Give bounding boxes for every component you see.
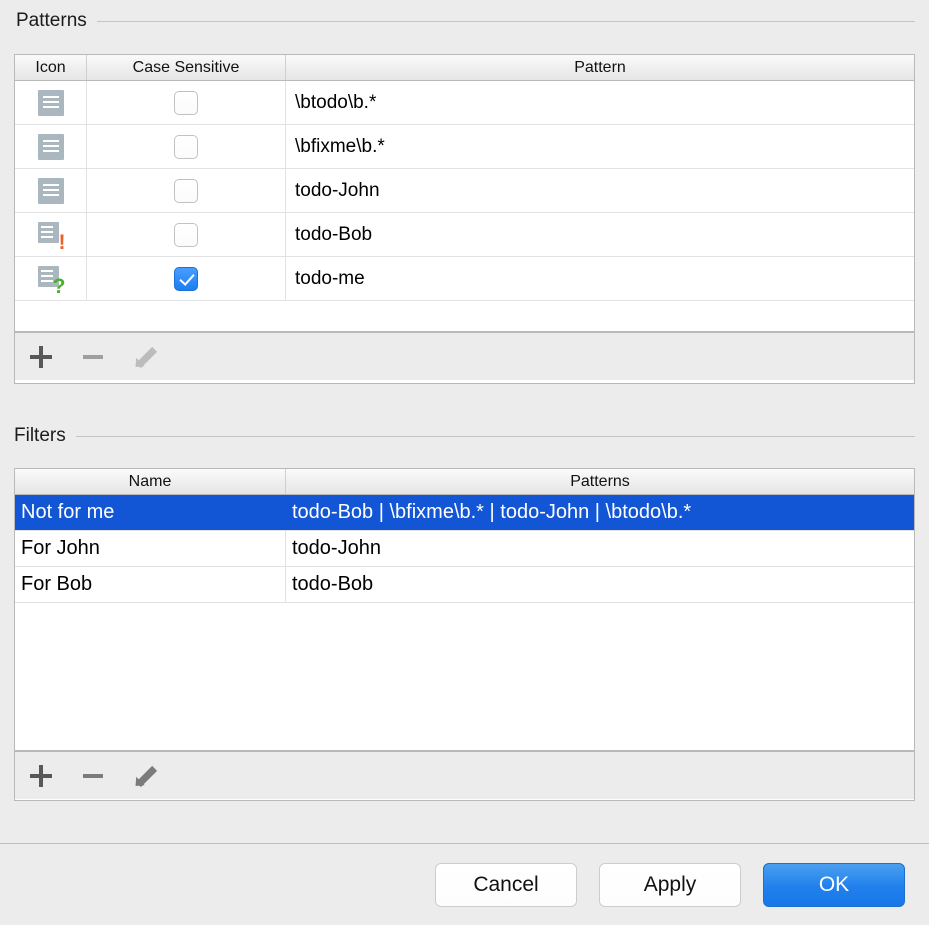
- patterns-toolbar: [15, 332, 914, 380]
- patterns-row-icon-cell[interactable]: ?: [15, 257, 87, 300]
- cancel-button[interactable]: Cancel: [435, 863, 577, 907]
- pencil-icon: [133, 764, 157, 788]
- patterns-table-empty-area[interactable]: [15, 301, 914, 332]
- table-row[interactable]: \bfixme\b.*: [15, 125, 914, 169]
- filters-row-name-cell[interactable]: For John: [15, 531, 286, 566]
- minus-icon: [83, 355, 103, 359]
- filters-section-title: Filters: [14, 425, 76, 447]
- filters-add-button[interactable]: [15, 752, 67, 799]
- dialog-footer: Cancel Apply OK: [0, 844, 929, 925]
- patterns-row-icon-cell[interactable]: !: [15, 213, 87, 256]
- table-row[interactable]: For Bob todo-Bob: [15, 567, 914, 603]
- apply-button[interactable]: Apply: [599, 863, 741, 907]
- patterns-row-icon-cell[interactable]: [15, 169, 87, 212]
- ok-button[interactable]: OK: [763, 863, 905, 907]
- patterns-column-header-icon[interactable]: Icon: [15, 55, 87, 80]
- patterns-row-icon-cell[interactable]: [15, 125, 87, 168]
- filters-row-name-cell[interactable]: For Bob: [15, 567, 286, 602]
- filters-toolbar: [15, 751, 914, 799]
- patterns-row-case-sensitive-cell[interactable]: [87, 81, 286, 124]
- table-row[interactable]: \btodo\b.*: [15, 81, 914, 125]
- warning-badge: !: [59, 232, 66, 253]
- patterns-row-case-sensitive-cell[interactable]: [87, 213, 286, 256]
- table-row[interactable]: For John todo-John: [15, 531, 914, 567]
- filters-row-patterns-cell[interactable]: todo-Bob | \bfixme\b.* | todo-John | \bt…: [286, 495, 914, 530]
- minus-icon: [83, 774, 103, 778]
- patterns-section-rule: [97, 21, 915, 22]
- patterns-row-pattern-cell[interactable]: \btodo\b.*: [286, 81, 914, 124]
- filters-row-patterns-cell[interactable]: todo-Bob: [286, 567, 914, 602]
- table-row[interactable]: ! todo-Bob: [15, 213, 914, 257]
- filters-column-header-name[interactable]: Name: [15, 469, 286, 494]
- filters-section-rule: [76, 436, 915, 437]
- table-row[interactable]: Not for me todo-Bob | \bfixme\b.* | todo…: [15, 495, 914, 531]
- table-row[interactable]: todo-John: [15, 169, 914, 213]
- filters-section-header: Filters: [14, 425, 915, 447]
- filters-table-header: Name Patterns: [15, 469, 914, 495]
- case-sensitive-checkbox[interactable]: [174, 135, 198, 159]
- patterns-row-pattern-cell[interactable]: todo-Bob: [286, 213, 914, 256]
- patterns-table-body: \btodo\b.* \bfixme\b.*: [15, 81, 914, 332]
- patterns-row-case-sensitive-cell[interactable]: [87, 257, 286, 300]
- list-note-icon: [38, 178, 64, 204]
- patterns-section-title: Patterns: [16, 10, 97, 32]
- patterns-table-panel: Icon Case Sensitive Pattern \btodo\b.*: [14, 54, 915, 384]
- patterns-remove-button[interactable]: [67, 333, 119, 380]
- patterns-row-case-sensitive-cell[interactable]: [87, 169, 286, 212]
- filters-row-name-cell[interactable]: Not for me: [15, 495, 286, 530]
- patterns-row-pattern-cell[interactable]: \bfixme\b.*: [286, 125, 914, 168]
- filters-table-body: Not for me todo-Bob | \bfixme\b.* | todo…: [15, 495, 914, 751]
- filters-row-patterns-cell[interactable]: todo-John: [286, 531, 914, 566]
- list-note-icon: [38, 90, 64, 116]
- filters-table-empty-area[interactable]: [15, 603, 914, 751]
- case-sensitive-checkbox[interactable]: [174, 179, 198, 203]
- filters-edit-button[interactable]: [119, 752, 171, 799]
- patterns-add-button[interactable]: [15, 333, 67, 380]
- patterns-edit-button[interactable]: [119, 333, 171, 380]
- patterns-row-pattern-cell[interactable]: todo-John: [286, 169, 914, 212]
- plus-icon: [30, 346, 52, 368]
- patterns-row-pattern-cell[interactable]: todo-me: [286, 257, 914, 300]
- question-badge: ?: [53, 276, 66, 297]
- patterns-table-header: Icon Case Sensitive Pattern: [15, 55, 914, 81]
- patterns-section-header: Patterns: [16, 10, 915, 32]
- patterns-column-header-case-sensitive[interactable]: Case Sensitive: [87, 55, 286, 80]
- plus-icon: [30, 765, 52, 787]
- filters-column-header-patterns[interactable]: Patterns: [286, 469, 914, 494]
- patterns-row-case-sensitive-cell[interactable]: [87, 125, 286, 168]
- list-note-icon: [38, 134, 64, 160]
- filters-remove-button[interactable]: [67, 752, 119, 799]
- patterns-row-icon-cell[interactable]: [15, 81, 87, 124]
- patterns-column-header-pattern[interactable]: Pattern: [286, 55, 914, 80]
- list-note-question-icon: ?: [38, 266, 64, 292]
- pencil-icon: [133, 345, 157, 369]
- case-sensitive-checkbox[interactable]: [174, 91, 198, 115]
- case-sensitive-checkbox[interactable]: [174, 223, 198, 247]
- filters-table-panel: Name Patterns Not for me todo-Bob | \bfi…: [14, 468, 915, 801]
- table-row[interactable]: ? todo-me: [15, 257, 914, 301]
- list-note-warning-icon: !: [38, 222, 64, 248]
- case-sensitive-checkbox[interactable]: [174, 267, 198, 291]
